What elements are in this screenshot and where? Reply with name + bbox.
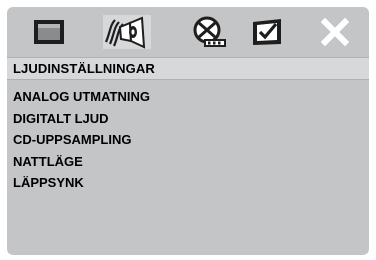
menu-item-digital-audio[interactable]: DIGITALT LJUD: [13, 108, 150, 130]
close-icon: [321, 18, 349, 46]
tab-general-setup[interactable]: [29, 15, 69, 49]
tab-preference-setup[interactable]: [247, 15, 287, 49]
menu-item-night-mode[interactable]: NATTLÄGE: [13, 151, 150, 173]
setup-tab-bar: [7, 7, 369, 55]
screen-icon: [34, 20, 64, 44]
tab-video-setup[interactable]: [189, 15, 229, 49]
menu-item-analog-output[interactable]: ANALOG UTMATNING: [13, 86, 150, 108]
menu-item-lip-sync[interactable]: LÄPPSYNK: [13, 172, 150, 194]
tab-exit[interactable]: [315, 15, 355, 49]
speaker-icon: [104, 16, 146, 49]
page-title: LJUDINSTÄLLNINGAR: [13, 61, 155, 76]
audio-options-list: ANALOG UTMATNING DIGITALT LJUD CD-UPPSAM…: [13, 86, 150, 194]
menu-item-cd-upsampling[interactable]: CD-UPPSAMPLING: [13, 129, 150, 151]
menu-header: LJUDINSTÄLLNINGAR: [7, 57, 369, 80]
audio-setup-menu: LJUDINSTÄLLNINGAR ANALOG UTMATNING DIGIT…: [7, 7, 369, 255]
video-reel-icon: [193, 16, 226, 47]
checkbox-icon: [253, 19, 281, 45]
tab-audio-setup[interactable]: [103, 15, 151, 49]
